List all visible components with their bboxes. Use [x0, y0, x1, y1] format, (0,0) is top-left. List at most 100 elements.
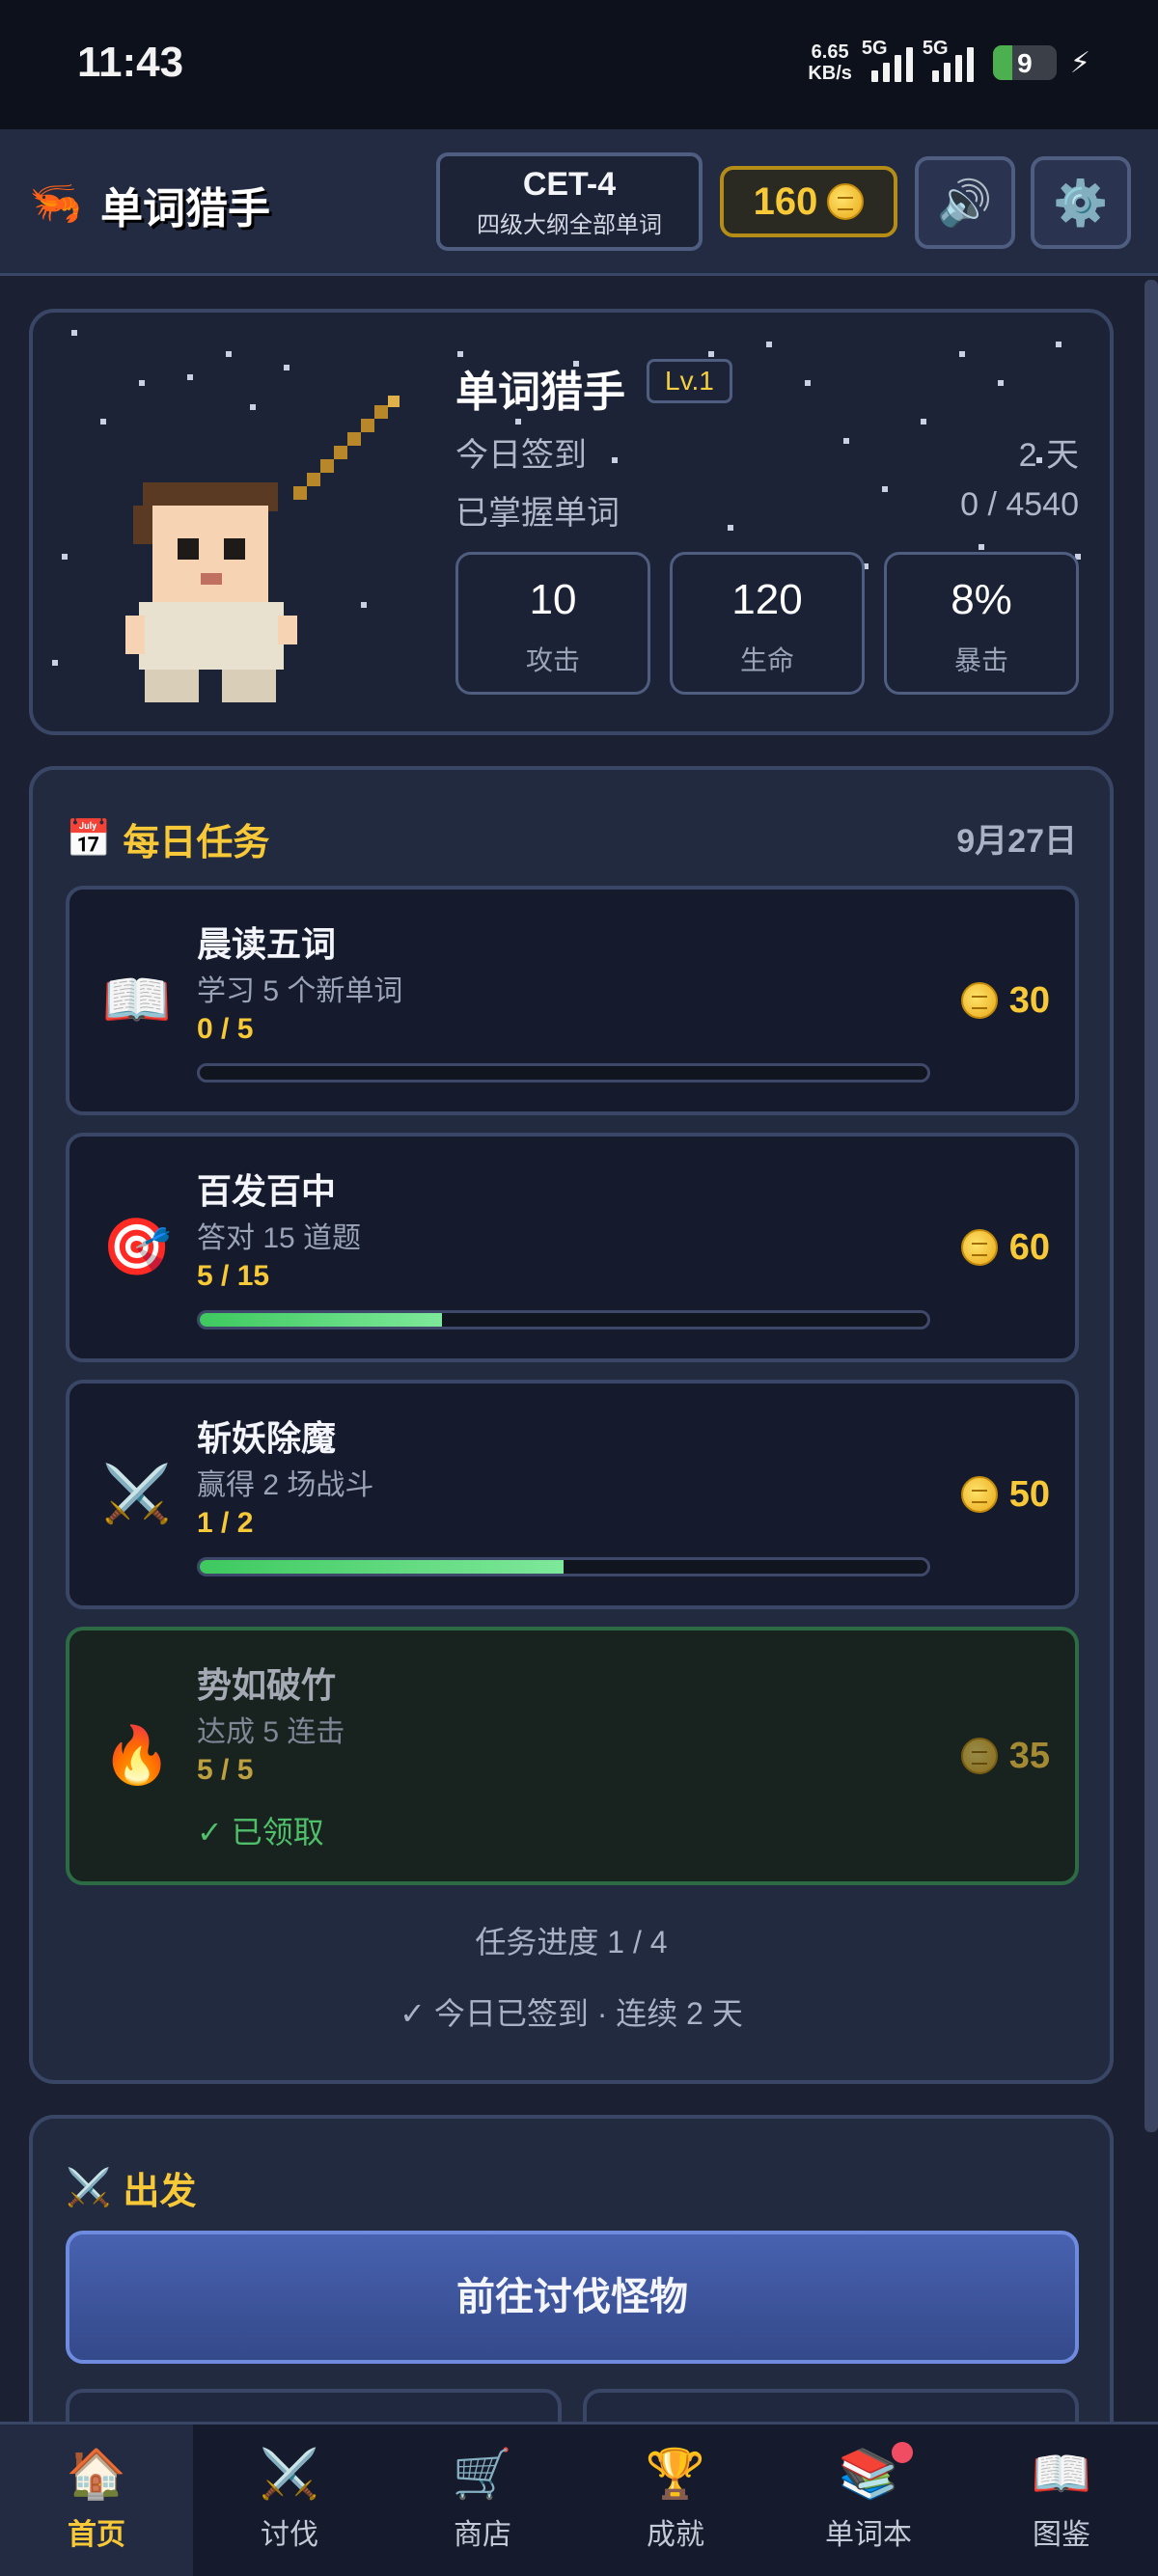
coin-icon	[960, 982, 998, 1019]
star	[921, 419, 926, 425]
charging-icon: ⚡	[1069, 46, 1090, 79]
sound-button[interactable]: 🔊	[915, 156, 1015, 249]
level-badge: Lv.1	[647, 359, 732, 403]
nav-label: 讨伐	[261, 2519, 318, 2551]
crossed-swords-icon: ⚔️	[259, 2447, 320, 2501]
nav-shop[interactable]: 🛒 商店	[386, 2425, 579, 2576]
task-name: 晨读五词	[197, 924, 337, 964]
star	[62, 554, 68, 560]
book-icon: 📖	[101, 969, 173, 1031]
star	[1056, 342, 1062, 347]
status-bar: 11:43 6.65 KB/s 5G 5G 9 ⚡	[0, 0, 1158, 129]
nav-label: 成就	[647, 2519, 704, 2551]
shrimp-icon: 🦐	[29, 179, 82, 227]
stat-crit: 8% 暴击	[884, 552, 1079, 695]
task-progress: 1 / 2	[197, 1507, 254, 1539]
gear-icon: ⚙️	[1053, 177, 1109, 228]
settings-button[interactable]: ⚙️	[1031, 156, 1131, 249]
star	[998, 380, 1004, 386]
trophy-icon: 🏆	[645, 2447, 706, 2501]
task-progress-bar	[197, 1310, 930, 1329]
depart-title: ⚔️ 出发	[66, 2167, 197, 2213]
task-progress: 5 / 5	[197, 1754, 254, 1786]
calendar-icon: 📅	[66, 818, 112, 860]
checkin-value: 2 天	[1018, 437, 1079, 474]
task-desc: 学习 5 个新单词	[197, 975, 403, 1007]
coin-icon	[960, 1738, 998, 1774]
notification-badge	[892, 2442, 913, 2463]
task-progress-bar	[197, 1063, 930, 1082]
stat-attack: 10 攻击	[455, 552, 650, 695]
progress-fill	[200, 1560, 564, 1574]
nav-label: 商店	[454, 2519, 511, 2551]
mastered-row: 已掌握单词 0 / 4540	[455, 486, 1079, 534]
task-card[interactable]: 📖 晨读五词 学习 5 个新单词 0 / 5 30	[66, 886, 1079, 1115]
checkin-label: 今日签到	[455, 437, 587, 474]
hero-avatar	[125, 396, 400, 702]
hero-panel: 单词猎手 Lv.1 今日签到 2 天 已掌握单词 0 / 4540 10 攻击 …	[29, 309, 1114, 735]
star	[284, 365, 290, 370]
house-icon: 🏠	[66, 2447, 127, 2501]
star	[515, 419, 521, 425]
coin-count: 160	[753, 179, 818, 223]
star	[805, 380, 811, 386]
task-name: 势如破竹	[197, 1665, 337, 1705]
target-icon: 🎯	[101, 1216, 173, 1278]
network-speed: 6.65 KB/s	[808, 41, 852, 84]
coin-balance[interactable]: 160	[720, 166, 897, 237]
status-indicators: 6.65 KB/s 5G 5G 9 ⚡	[808, 38, 1090, 87]
star	[52, 660, 58, 666]
wordbook-name: CET-4	[522, 166, 617, 203]
task-reward: 30	[960, 890, 1050, 1111]
task-card-completed[interactable]: 🔥 势如破竹 达成 5 连击 5 / 5 ✓ 已领取 35	[66, 1627, 1079, 1885]
coin-icon	[960, 1229, 998, 1266]
wordbook-selector[interactable]: CET-4 四级大纲全部单词	[436, 152, 703, 251]
speaker-icon: 🔊	[937, 177, 993, 228]
checkin-row: 今日签到 2 天	[455, 428, 1079, 476]
nav-home[interactable]: 🏠 首页	[0, 2425, 193, 2576]
nav-achievements[interactable]: 🏆 成就	[579, 2425, 772, 2576]
crossed-swords-icon: ⚔️	[101, 1463, 173, 1525]
battery-icon: 9	[992, 45, 1057, 80]
books-icon: 📚	[838, 2447, 899, 2501]
tasks-date: 9月27日	[956, 823, 1077, 860]
task-reward: 60	[960, 1137, 1050, 1358]
crossed-swords-icon: ⚔️	[66, 2167, 112, 2208]
coin-icon	[960, 1476, 998, 1513]
checkin-status: ✓ 今日已签到 · 连续 2 天	[400, 1996, 743, 2031]
nav-battle[interactable]: ⚔️ 讨伐	[193, 2425, 386, 2576]
star	[979, 544, 984, 550]
task-name: 斩妖除魔	[197, 1418, 337, 1458]
task-desc: 赢得 2 场战斗	[197, 1469, 374, 1501]
daily-tasks-title: 📅 每日任务	[66, 818, 270, 864]
task-summary: 任务进度 1 / 4	[475, 1925, 668, 1959]
nav-label: 单词本	[825, 2519, 912, 2551]
task-card[interactable]: ⚔️ 斩妖除魔 赢得 2 场战斗 1 / 2 50	[66, 1380, 1079, 1609]
hero-name: 单词猎手	[455, 369, 625, 416]
fire-icon: 🔥	[101, 1724, 173, 1787]
task-desc: 达成 5 连击	[197, 1716, 345, 1748]
signal-icon: 5G	[862, 38, 913, 82]
mastered-value: 0 / 4540	[960, 486, 1079, 523]
mastered-label: 已掌握单词	[455, 495, 620, 532]
nav-codex[interactable]: 📖 图鉴	[965, 2425, 1158, 2576]
task-name: 百发百中	[197, 1171, 337, 1211]
task-desc: 答对 15 道题	[197, 1222, 362, 1254]
app-title: 单词猎手	[100, 185, 270, 233]
star	[766, 342, 772, 347]
scrollbar[interactable]	[1144, 280, 1158, 2132]
coin-icon	[827, 183, 865, 220]
star	[708, 351, 714, 357]
claimed-status: ✓ 已领取	[197, 1815, 324, 1850]
star	[71, 330, 77, 336]
task-card[interactable]: 🎯 百发百中 答对 15 道题 5 / 15 60	[66, 1133, 1079, 1362]
app-header: 🦐 单词猎手 CET-4 四级大纲全部单词 160 🔊 ⚙️	[0, 129, 1158, 276]
star	[959, 351, 965, 357]
hunt-monster-button[interactable]: 前往讨伐怪物	[66, 2231, 1079, 2364]
wordbook-desc: 四级大纲全部单词	[477, 212, 662, 238]
task-progress-bar	[197, 1557, 930, 1576]
star	[226, 351, 232, 357]
task-reward: 35	[960, 1631, 1050, 1881]
open-book-icon: 📖	[1031, 2447, 1092, 2501]
nav-wordbook[interactable]: 📚 单词本	[772, 2425, 965, 2576]
